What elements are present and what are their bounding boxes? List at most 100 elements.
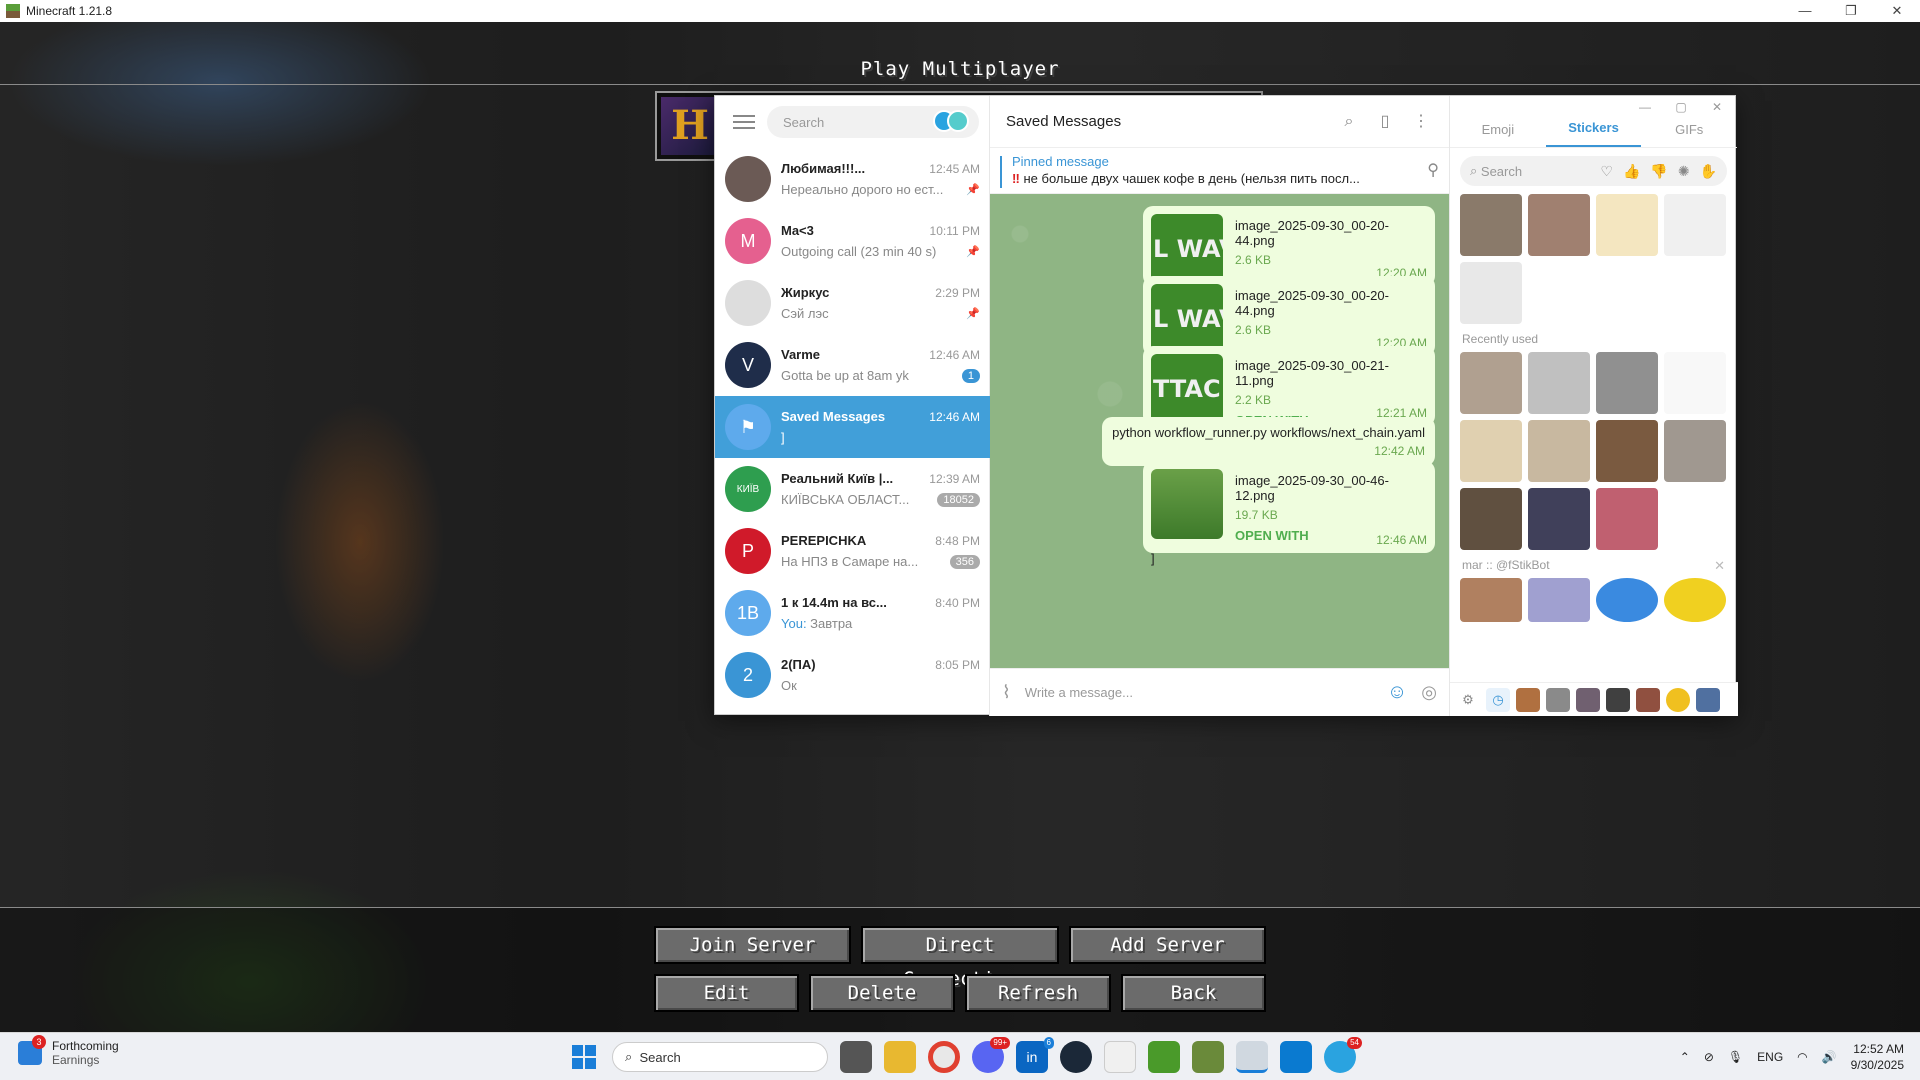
settings-icon[interactable]: ⚙ xyxy=(1456,688,1480,712)
language-indicator[interactable]: ENG xyxy=(1757,1050,1783,1064)
file-message[interactable]: TTAC image_2025-09-30_00-21-11.png 2.2 K… xyxy=(1143,346,1435,428)
sticker[interactable] xyxy=(1664,420,1726,482)
sticker[interactable] xyxy=(1664,578,1726,622)
chrome-icon[interactable] xyxy=(928,1041,960,1073)
file-explorer-icon[interactable] xyxy=(884,1041,916,1073)
search-icon[interactable]: ⌕ xyxy=(1337,110,1361,134)
file-thumbnail[interactable]: L WAV xyxy=(1151,214,1223,284)
join-server-button[interactable]: Join Server xyxy=(654,926,851,964)
chat-item[interactable]: M Ma<3 10:11 PM Outgoing call (23 min 40… xyxy=(715,210,990,272)
chat-item[interactable]: ⚑ Saved Messages 12:46 AM ] xyxy=(715,396,990,458)
sticker[interactable] xyxy=(1460,262,1522,324)
linkedin-icon[interactable]: in 6 xyxy=(1016,1037,1054,1073)
sticker-pack-icon[interactable] xyxy=(1696,687,1720,712)
volume-icon[interactable]: 🔊 xyxy=(1822,1050,1837,1064)
chevron-up-icon[interactable]: ⌃ xyxy=(1680,1050,1690,1064)
sticker[interactable] xyxy=(1664,352,1726,414)
chat-item[interactable]: 2 2(ПА) 8:05 PM Ок xyxy=(715,644,990,706)
file-thumbnail[interactable]: L WAV xyxy=(1151,284,1223,354)
thumbs-down-icon[interactable]: 👎 xyxy=(1650,163,1667,180)
chat-item[interactable]: P PEREPICHKA 8:48 PM На НПЗ в Самаре на.… xyxy=(715,520,990,582)
chat-item[interactable]: Любимая!!!... 12:45 AM Нереально дорого … xyxy=(715,148,990,210)
file-message[interactable]: image_2025-09-30_00-46-12.png 19.7 KB OP… xyxy=(1143,461,1435,566)
sidebar-toggle-icon[interactable]: ▯ xyxy=(1373,110,1397,134)
sticker[interactable] xyxy=(1460,352,1522,414)
sticker[interactable] xyxy=(1596,194,1658,256)
sticker-pack-icon[interactable] xyxy=(1516,687,1540,712)
sticker[interactable] xyxy=(1596,578,1658,622)
clock[interactable]: 12:52 AM 9/30/2025 xyxy=(1851,1041,1904,1073)
emoji-icon[interactable]: ☺ xyxy=(1387,681,1407,704)
tab-gifs[interactable]: GIFs xyxy=(1641,122,1737,147)
more-icon[interactable]: ⋮ xyxy=(1409,110,1433,134)
add-server-button[interactable]: Add Server xyxy=(1069,926,1266,964)
sticker[interactable] xyxy=(1460,194,1522,256)
sticker-pack-icon[interactable] xyxy=(1666,687,1690,712)
camera-icon[interactable]: ◎ xyxy=(1421,682,1437,703)
heart-icon[interactable]: ♡ xyxy=(1600,163,1613,180)
taskbar-search[interactable]: ⌕ Search xyxy=(612,1042,828,1072)
file-thumbnail[interactable] xyxy=(1151,469,1223,539)
network-off-icon[interactable]: ⊘ xyxy=(1704,1050,1714,1064)
chat-item[interactable]: Жиркус 2:29 PM Сэй лэс 📌 xyxy=(715,272,990,334)
steam-icon[interactable] xyxy=(1060,1041,1092,1073)
wave-icon[interactable]: ✋ xyxy=(1700,163,1717,180)
direct-connection-button[interactable]: Direct Connection xyxy=(861,926,1059,990)
sticker[interactable] xyxy=(1460,420,1522,482)
sticker-pack-icon[interactable] xyxy=(1636,687,1660,712)
sticker[interactable] xyxy=(1596,488,1658,550)
sticker[interactable] xyxy=(1528,420,1590,482)
text-message[interactable]: python workflow_runner.py workflows/next… xyxy=(1102,417,1435,466)
telegram-icon[interactable]: 54 xyxy=(1324,1037,1362,1073)
sticker[interactable] xyxy=(1664,194,1726,256)
close-icon[interactable]: ✕ xyxy=(1714,558,1725,574)
delete-button[interactable]: Delete xyxy=(809,974,955,1012)
file-message[interactable]: L WAV image_2025-09-30_00-20-44.png 2.6 … xyxy=(1143,276,1435,358)
menu-icon[interactable] xyxy=(733,115,755,129)
wifi-icon[interactable]: ◠ xyxy=(1797,1050,1807,1064)
sticker[interactable] xyxy=(1528,194,1590,256)
minecraft-launcher-icon[interactable] xyxy=(1148,1041,1180,1073)
sticker-pack-icon[interactable] xyxy=(1546,687,1570,712)
pinned-list-icon[interactable]: ⚲ xyxy=(1427,160,1439,180)
pinned-message-bar[interactable]: Pinned message ‼ не больше двух чашек ко… xyxy=(990,148,1449,194)
file-message[interactable]: L WAV image_2025-09-30_00-20-44.png 2.6 … xyxy=(1143,206,1435,288)
sticker-search-input[interactable]: ⌕ Search ♡ 👍 👎 ✺ ✋ xyxy=(1460,156,1727,186)
account-switcher-icon[interactable] xyxy=(933,110,973,134)
sticker[interactable] xyxy=(1596,352,1658,414)
minecraft-icon[interactable] xyxy=(1192,1041,1224,1073)
attach-icon[interactable]: ⌇ xyxy=(1002,682,1011,703)
mouse-app-icon[interactable] xyxy=(1104,1041,1136,1073)
sticker[interactable] xyxy=(1460,488,1522,550)
file-thumbnail[interactable]: TTAC xyxy=(1151,354,1223,424)
vscode-icon[interactable] xyxy=(1280,1041,1312,1073)
chat-item[interactable]: V Varme 12:46 AM Gotta be up at 8am yk 1 xyxy=(715,334,990,396)
refresh-button[interactable]: Refresh xyxy=(965,974,1111,1012)
sticker[interactable] xyxy=(1528,578,1590,622)
tab-emoji[interactable]: Emoji xyxy=(1450,122,1546,147)
sticker[interactable] xyxy=(1596,420,1658,482)
sticker[interactable] xyxy=(1528,352,1590,414)
chat-title[interactable]: Saved Messages xyxy=(1006,113,1325,130)
sticker[interactable] xyxy=(1528,488,1590,550)
task-view-icon[interactable] xyxy=(840,1041,872,1073)
edit-button[interactable]: Edit xyxy=(654,974,799,1012)
chat-item[interactable]: КИЇВ Реальний Київ |... 12:39 AM КИЇВСЬК… xyxy=(715,458,990,520)
chat-item[interactable]: 1B 1 к 14.4m на вс... 8:40 PM You: Завтр… xyxy=(715,582,990,644)
close-icon[interactable]: ✕ xyxy=(1874,3,1920,19)
microphone-icon[interactable]: 🎙 xyxy=(1728,1050,1743,1064)
sticker[interactable] xyxy=(1460,578,1522,622)
widgets-button[interactable]: 3 Forthcoming Earnings xyxy=(18,1035,119,1067)
message-input[interactable]: Write a message... xyxy=(1025,685,1379,700)
chrome-profile-icon[interactable] xyxy=(1236,1041,1268,1073)
start-button[interactable] xyxy=(568,1041,600,1073)
tab-stickers[interactable]: Stickers xyxy=(1545,120,1642,147)
back-button[interactable]: Back xyxy=(1121,974,1266,1012)
thumbs-up-icon[interactable]: 👍 xyxy=(1623,163,1640,180)
discord-icon[interactable]: 99+ xyxy=(972,1037,1010,1073)
sticker-pack-icon[interactable] xyxy=(1606,687,1630,712)
chat-search-input[interactable]: Search xyxy=(767,106,979,138)
party-icon[interactable]: ✺ xyxy=(1678,163,1690,180)
minimize-icon[interactable]: — xyxy=(1782,3,1828,19)
recent-icon[interactable]: ◷ xyxy=(1486,687,1510,712)
